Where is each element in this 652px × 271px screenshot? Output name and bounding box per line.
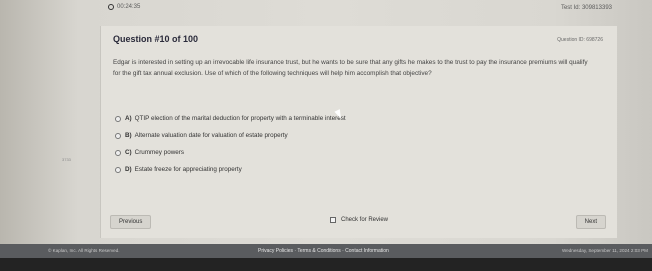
top-bar: 00:24:35 Test Id: 309813393 (0, 0, 652, 16)
copyright: © Kaplan, Inc. All Rights Reserved. (48, 248, 120, 253)
choice-b[interactable]: B) Alternate valuation date for valuatio… (115, 127, 346, 144)
timer: 00:24:35 (108, 4, 140, 10)
choice-letter: C) (125, 149, 132, 156)
clock-icon (108, 4, 114, 10)
question-text: Edgar is interested in setting up an irr… (113, 59, 588, 77)
question-id: Question ID: 698726 (557, 37, 603, 43)
next-button[interactable]: Next (575, 215, 606, 229)
choice-text: QTIP election of the marital deduction f… (134, 115, 346, 122)
question-heading: Question #10 of 100 (113, 34, 199, 44)
screen: 00:24:35 Test Id: 309813393 3733 Questio… (0, 0, 652, 271)
footer: © Kaplan, Inc. All Rights Reserved. Priv… (0, 244, 652, 258)
footer-links[interactable]: Privacy Policies · Terms & Conditions · … (258, 248, 389, 254)
radio-icon[interactable] (115, 115, 121, 122)
choice-letter: D) (125, 166, 132, 173)
radio-icon[interactable] (115, 132, 121, 139)
choice-a[interactable]: A) QTIP election of the marital deductio… (115, 110, 346, 127)
choice-text: Crummey powers (134, 149, 184, 156)
choice-letter: B) (125, 132, 132, 139)
monitor-bezel (0, 258, 652, 271)
test-id: Test Id: 309813393 (560, 5, 612, 11)
previous-button[interactable]: Previous (110, 215, 152, 229)
timer-text: 00:24:35 (117, 4, 141, 10)
choice-text: Estate freeze for appreciating property (134, 166, 242, 173)
question-panel: Question #10 of 100 Question ID: 698726 … (100, 26, 617, 238)
choice-c[interactable]: C) Crummey powers (115, 144, 346, 161)
choice-text: Alternate valuation date for valuation o… (134, 132, 288, 139)
navigation-bar: Previous Check for Review Next (100, 212, 616, 232)
side-mark: 3733 (62, 157, 71, 162)
choice-letter: A) (125, 115, 132, 122)
footer-date: Wednesday, September 11, 2024 2:03 PM (561, 248, 648, 253)
radio-icon[interactable] (115, 149, 121, 156)
check-for-review[interactable]: Check for Review (330, 217, 388, 223)
answer-choices: A) QTIP election of the marital deductio… (115, 110, 346, 178)
review-label: Check for Review (341, 217, 389, 223)
radio-icon[interactable] (115, 166, 121, 173)
choice-d[interactable]: D) Estate freeze for appreciating proper… (115, 161, 346, 178)
review-checkbox[interactable] (330, 217, 336, 223)
